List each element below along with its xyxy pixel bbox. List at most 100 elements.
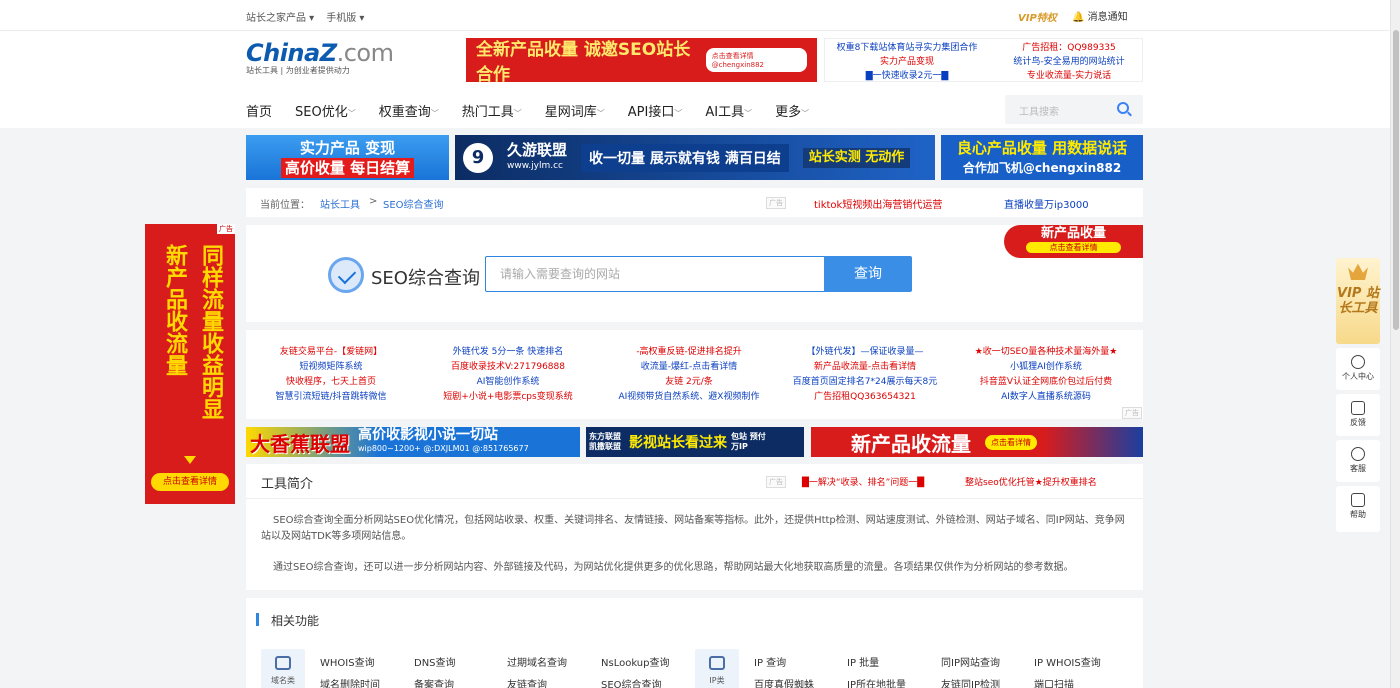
category-domain[interactable]: 域名类 [261,649,305,688]
related-link[interactable]: 同IP网站查询 [941,654,1000,669]
text-ad[interactable]: 收流量-爆红-点击看详情 [604,360,774,375]
text-ad[interactable]: 【外链代发】—保证收录量— [780,345,950,360]
text-ad[interactable]: 短视频矩阵系统 [246,360,416,375]
text-ad[interactable]: 友链 2元/条 [604,375,774,390]
nav-label: AI工具 [705,105,745,120]
text-ad[interactable]: 百度收录技术V:271796888 [423,360,593,375]
product-menu[interactable]: 站长之家产品 ▾ [246,9,314,24]
related-link[interactable]: 端口扫描 [1034,676,1074,688]
text-ad[interactable]: 抖音蓝V认证全网底价包过后付费 [961,375,1131,390]
text-ad[interactable]: 快收程序，七天上首页 [246,375,416,390]
text-ad[interactable]: 权重8下载站体育站寻实力集团合作 [832,41,982,55]
notice-link[interactable]: 🔔 消息通知 [1072,8,1128,23]
strip-ad-3[interactable]: 新产品收流量 点击看详情 [811,427,1143,457]
text-ad[interactable]: 外链代发 5分一条 快速排名 [423,345,593,360]
side-user-center[interactable]: 个人中心 [1336,348,1380,390]
related-link[interactable]: 过期域名查询 [507,654,567,669]
related-link[interactable]: 备案查询 [414,676,454,688]
monitor-icon [709,656,725,670]
text-ad[interactable]: ★收一切SEO量各种技术量海外量★ [961,345,1131,360]
side-service[interactable]: 客服 [1336,440,1380,482]
corner-ad-button: 点击查看详情 [1026,242,1121,253]
text-ad[interactable]: 短剧+小说+电影票cps变现系统 [423,390,593,405]
banner-ad-1[interactable]: 实力产品 变现 高价收量 每日结算 [246,135,449,180]
text-ad[interactable]: 友链交易平台-【爱链网】 [246,345,416,360]
mobile-menu[interactable]: 手机版 ▾ [326,9,364,24]
text-ad[interactable]: 智慧引流短链/抖音跳转微信 [246,390,416,405]
side-feedback[interactable]: 反馈 [1336,394,1380,436]
text-ad[interactable]: 整站seo优化托管★提升权重排名 [965,475,1097,488]
breadcrumb: 当前位置： 站长工具 > SEO综合查询 广告 tiktok短视频出海营销代运营… [246,188,1143,217]
query-button[interactable]: 查询 [824,256,912,292]
left-float-ad[interactable]: 广告 新产品收流量 同样流量收益明显 点击查看详情 [145,224,235,504]
related-link[interactable]: 百度真假蜘蛛 [754,676,814,688]
related-link[interactable]: 友链查询 [507,676,547,688]
banner-ad-3[interactable]: 良心产品收量 用数据说话 合作加飞机@chengxin882 [941,135,1143,180]
nav-api[interactable]: API接口﹀ [628,101,683,120]
text-ad[interactable]: 新产品收流量-点击看详情 [780,360,950,375]
related-link[interactable]: IP 查询 [754,654,786,669]
nav-seo[interactable]: SEO优化﹀ [295,101,356,120]
top-banner-ad[interactable]: 全新产品收量 诚邀SEO站长合作 点击查看详情 @chengxin882 [466,38,817,85]
nav-ai[interactable]: AI工具﹀ [705,101,752,120]
text-ad[interactable]: 小狐狸AI创作系统 [961,360,1131,375]
seo-chart-icon [328,257,364,293]
vip-link[interactable]: VIP特权 [1018,9,1057,24]
text-ad[interactable]: 直播收量万ip3000 [1004,196,1089,211]
related-link[interactable]: 域名删除时间 [320,676,380,688]
nav-weight[interactable]: 权重查询﹀ [379,101,439,120]
text-ad[interactable]: 统计鸟-安全易用的网站统计 [999,55,1139,69]
text-ad[interactable]: AI视频带货自然系统、避X视频制作 [604,390,774,405]
related-link[interactable]: DNS查询 [414,654,456,669]
banner-text: 站长实测 无动作 [802,147,911,168]
search-icon[interactable] [1117,102,1129,114]
breadcrumb-link-tools[interactable]: 站长工具 [320,196,360,211]
side-help[interactable]: 帮助 [1336,486,1380,532]
text-ad[interactable]: 专业收流量-实力说话 [999,69,1139,83]
text-ad[interactable]: tiktok短视频出海营销代运营 [814,196,942,211]
related-link[interactable]: WHOIS查询 [320,654,375,669]
url-input[interactable]: 请输入需要查询的网站 [485,256,825,292]
text-ad[interactable]: ▇一快速收录2元一▇ [832,69,982,83]
scrollbar-thumb[interactable] [1393,30,1399,330]
side-label: 帮助 [1350,510,1366,519]
strip-ad-1[interactable]: 大香蕉联盟 高价收影视小说一切站 wip800~1200+ @:DXJLM01 @… [246,427,580,457]
banner-ad-2[interactable]: 9 久游联盟 www.jylm.cc 收一切量 展示就有钱 满百日结 站长实测 无… [455,135,935,180]
text-ad[interactable]: 实力产品变现 [832,55,982,69]
logo[interactable]: ChinaZ.com 站长工具 | 为创业者提供动力 [246,39,394,76]
breadcrumb-link-seo[interactable]: SEO综合查询 [383,196,444,211]
nav-label: 星网词库 [544,105,597,120]
strip-ad-2[interactable]: 东方联盟 凯撒联盟 影视站长看过来 包站 预付 万IP [586,427,804,457]
text-ad[interactable]: 百度首页固定排名7*24展示每天8元 [780,375,950,390]
related-link[interactable]: 友链同IP检测 [941,676,1000,688]
text-ad[interactable]: AI智能创作系统 [423,375,593,390]
category-label: IP类 [709,676,725,685]
banner-text: 久游联盟 [507,140,568,159]
related-link[interactable]: IP所在地批量 [847,676,906,688]
tool-search-input[interactable]: 工具搜索 [1005,95,1143,124]
text-ad[interactable]: 广告招租：QQ989335 [999,41,1139,55]
related-link[interactable]: IP WHOIS查询 [1034,654,1101,669]
side-vip[interactable]: VIP 站长工具 [1336,258,1380,344]
top-banner-text: 全新产品收量 诚邀SEO站长合作 [476,40,691,85]
text-ad[interactable]: █一解决“收录、排名”问题一█ [802,475,924,488]
ad-column: 友链交易平台-【爱链网】 短视频矩阵系统 快收程序，七天上首页 智慧引流短链/抖… [246,345,416,405]
nav-more[interactable]: 更多﹀ [775,101,809,120]
strip-ad-text: 影视站长看过来 [629,435,727,451]
text-ad[interactable]: 广告招租QQ363654321 [780,390,950,405]
text-ad[interactable]: -高权重反链-促进排名提升 [604,345,774,360]
crown-icon [1348,263,1368,280]
text-ad[interactable]: AI数字人直播系统源码 [961,390,1131,405]
corner-ad-text: 新产品收量 [1040,226,1106,241]
nav-lexicon[interactable]: 星网词库﹀ [545,101,605,120]
chevron-down-icon: ﹀ [744,109,753,118]
corner-ad[interactable]: 新产品收量 点击查看详情 [1004,225,1143,258]
related-link[interactable]: NsLookup查询 [601,654,670,669]
section-title: 相关功能 [256,612,319,629]
category-ip[interactable]: IP类 [695,649,739,688]
nav-hot[interactable]: 热门工具﹀ [462,101,522,120]
related-link[interactable]: SEO综合查询 [601,676,662,688]
related-link[interactable]: IP 批量 [847,654,879,669]
scrollbar[interactable] [1390,0,1400,688]
nav-home[interactable]: 首页 [246,101,272,120]
